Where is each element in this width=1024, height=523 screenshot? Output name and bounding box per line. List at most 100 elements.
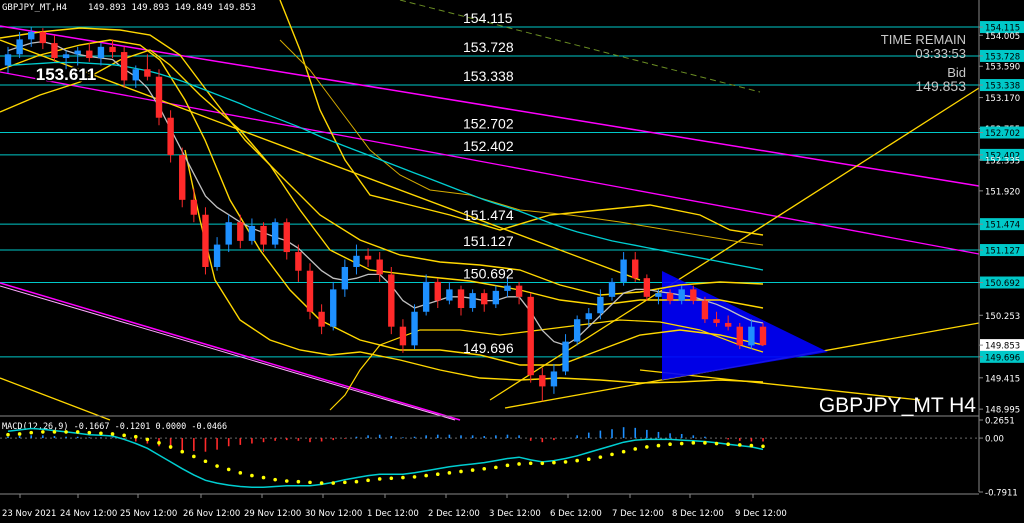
macd-signal-dot-38 [447,471,452,475]
macd-signal-dot-37 [435,472,440,477]
macd-signal-dot-8 [99,431,103,436]
price-tick-label-5: 153.170 [985,94,1020,104]
macd-tick-label-0: 0.2651 [985,417,1015,427]
price-tick-label-2: 153.728 [985,52,1020,62]
macd-signal-dot-29 [343,480,347,485]
macd-signal-dot-57 [668,442,672,447]
macd-signal-dot-61 [714,441,719,446]
candle-body [457,289,465,309]
candle-63 [736,322,743,350]
candle-body [515,285,523,297]
candle-body [39,31,47,44]
candle-body [318,311,325,327]
candle-body [364,255,372,260]
candle-body [74,50,81,55]
candle-body [179,155,186,200]
current-price-label: 153.611 [36,65,97,84]
price-tick-label-1: 154.005 [985,32,1020,42]
candle-body [422,281,430,312]
macd-signal-dot-2 [29,430,34,435]
macd-signal-dot-19 [226,467,231,472]
macd-signal-dot-17 [203,459,208,464]
candle-body [597,296,604,314]
macd-signal-dot-25 [296,479,301,484]
candle-13 [155,69,163,126]
macd-signal-dot-36 [424,473,428,478]
price-tick-label-14: 150.253 [985,312,1020,322]
macd-signal-dot-52 [610,452,614,457]
time-label-7: 2 Dec 12:00 [428,509,480,519]
macd-signal-dot-63 [737,443,742,447]
candle-body [237,222,244,241]
candle-60 [701,296,709,323]
macd-signal-dot-55 [645,445,649,449]
time-label-9: 6 Dec 12:00 [550,509,602,519]
level-label-2: 153.338 [463,68,514,84]
macd-signal-dot-58 [679,441,684,446]
candle-body [260,225,267,245]
candle-body [62,54,70,59]
macd-signal-dot-10 [122,433,126,438]
time-remain-label: TIME REMAIN [881,32,966,47]
macd-signal-dot-22 [261,475,266,480]
candle-33 [388,266,395,335]
candle-body [690,289,697,301]
macd-signal-dot-1 [17,432,22,436]
time-label-5: 30 Nov 12:00 [305,509,362,519]
macd-signal-dot-34 [401,475,405,480]
mt4-chart-window[interactable]: 154.115 153.728 153.338 152.702 152.402 151.4… [0,0,1024,523]
macd-signal-dot-28 [331,481,336,485]
candle-body [202,214,209,267]
candle-body [655,293,662,297]
symbol-header: GBPJPY_MT,H4 [2,3,67,13]
candle-body [399,326,407,346]
candle-body [446,289,453,301]
macd-signal-dot-65 [761,444,765,449]
candle-body [562,341,569,372]
candle-body [620,259,627,282]
macd-signal-dot-59 [691,441,696,445]
candle-17 [202,207,209,275]
candle-body [109,46,116,53]
candle-body [4,54,12,66]
price-tick-label-9: 152.335 [985,156,1020,166]
macd-signal-dot-15 [180,449,185,454]
macd-signal-dot-20 [238,471,243,475]
candle-body [51,43,58,59]
candle-body [492,290,500,305]
macd-signal-dot-48 [563,460,568,464]
candle-body [353,255,360,267]
bid-value: 149.853 [915,78,966,94]
candle-body [213,244,221,267]
macd-signal-dot-54 [633,447,638,451]
candle-body [28,31,35,40]
candle-body [701,300,709,320]
macd-signal-dot-60 [703,441,707,445]
macd-signal-dot-18 [215,464,219,468]
candle-body [736,326,743,346]
time-label-8: 3 Dec 12:00 [489,509,541,519]
macd-signal-dot-35 [412,475,417,479]
macd-signal-dot-14 [168,445,173,449]
macd-signal-dot-21 [250,473,254,478]
candle-body [527,296,534,376]
candle-body [434,281,441,301]
time-label-6: 1 Dec 12:00 [367,509,419,519]
candle-body [16,39,23,55]
level-label-1: 153.728 [463,39,514,55]
candle-49 [573,315,581,346]
candle-body [573,319,581,342]
macd-signal-dot-41 [482,466,487,471]
macd-signal-dot-13 [157,441,161,445]
candle-body [608,281,616,297]
candle-body [759,326,767,346]
candle-body [295,252,302,271]
price-tick-label-13: 150.692 [985,279,1020,289]
candle-14 [167,110,174,163]
macd-signal-dot-47 [552,460,556,465]
macd-signal-dot-27 [319,481,324,485]
time-label-3: 26 Nov 12:00 [183,509,240,519]
macd-signal-dot-7 [87,430,92,435]
price-tick-label-7: 152.702 [985,129,1020,139]
price-tick-label-10: 151.920 [985,187,1020,197]
